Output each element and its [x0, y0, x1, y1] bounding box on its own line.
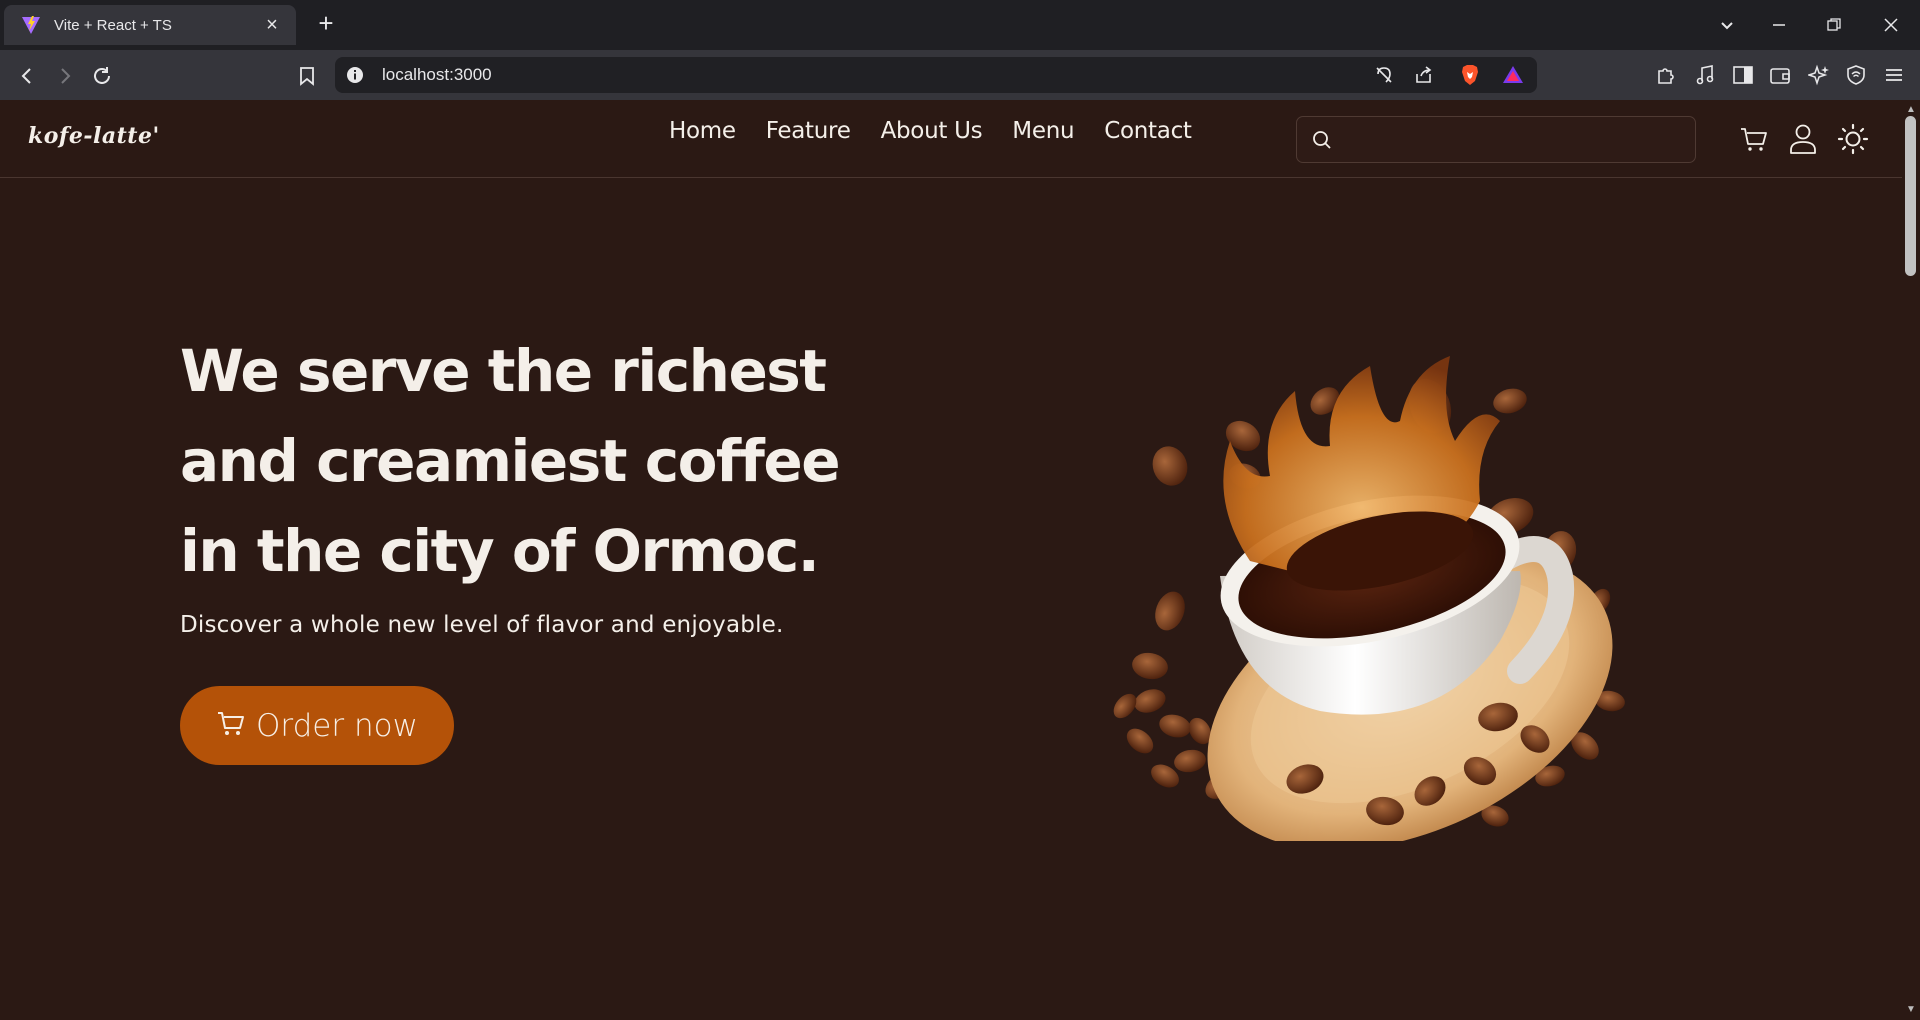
vite-favicon-icon	[20, 14, 42, 36]
browser-tabbar: Vite + React + TS × +	[0, 0, 1920, 50]
nav-contact[interactable]: Contact	[1104, 118, 1192, 144]
forward-icon[interactable]	[51, 62, 79, 90]
share-icon[interactable]	[1411, 62, 1437, 88]
search-input[interactable]	[1343, 123, 1683, 157]
main-nav: Home Feature About Us Menu Contact	[669, 118, 1192, 144]
scroll-up-icon[interactable]: ▲	[1905, 104, 1917, 115]
nav-feature[interactable]: Feature	[766, 118, 851, 144]
site-header: kofe-latte' Home Feature About Us Menu C…	[0, 101, 1902, 178]
site-logo[interactable]: kofe-latte'	[28, 123, 160, 149]
sun-icon[interactable]	[1835, 121, 1871, 157]
scroll-down-icon[interactable]: ▼	[1905, 1004, 1917, 1015]
site-info-icon[interactable]	[345, 65, 365, 85]
coffee-cup-image	[1080, 271, 1660, 850]
bookmark-icon[interactable]	[293, 62, 321, 90]
tab-search-icon[interactable]	[1713, 12, 1741, 38]
hero-subtitle: Discover a whole new level of flavor and…	[180, 612, 784, 638]
leo-ai-icon[interactable]	[1806, 62, 1832, 88]
tracker-off-icon[interactable]	[1371, 62, 1397, 88]
order-now-button[interactable]: Order now	[180, 686, 454, 765]
media-icon[interactable]	[1692, 62, 1718, 88]
close-window-icon[interactable]	[1877, 12, 1905, 38]
cart-icon	[216, 708, 246, 743]
vpn-icon[interactable]	[1843, 62, 1869, 88]
scrollbar-thumb[interactable]	[1905, 116, 1916, 276]
brave-rewards-icon[interactable]	[1500, 62, 1526, 88]
restore-icon[interactable]	[1820, 12, 1848, 38]
hero-title-line: in the city of Ormoc.	[180, 517, 820, 585]
back-icon[interactable]	[13, 62, 41, 90]
extensions-icon[interactable]	[1653, 62, 1679, 88]
page-viewport: kofe-latte' Home Feature About Us Menu C…	[0, 101, 1902, 1020]
user-icon[interactable]	[1785, 121, 1821, 157]
sidebar-icon[interactable]	[1730, 62, 1756, 88]
browser-tab[interactable]: Vite + React + TS ×	[4, 5, 296, 45]
tab-close-icon[interactable]: ×	[260, 14, 284, 37]
nav-home[interactable]: Home	[669, 118, 736, 144]
brave-shield-icon[interactable]	[1457, 62, 1483, 88]
hero-title: We serve the richest and creamiest coffe…	[180, 326, 900, 596]
url-text: localhost:3000	[382, 65, 492, 84]
search-box	[1296, 116, 1696, 163]
hero-title-line: and creamiest coffee	[180, 427, 841, 495]
reload-icon[interactable]	[88, 62, 116, 90]
menu-icon[interactable]	[1881, 62, 1907, 88]
search-icon	[1311, 129, 1333, 151]
tab-title: Vite + React + TS	[54, 16, 172, 34]
order-now-label: Order now	[256, 707, 418, 744]
cart-icon[interactable]	[1736, 121, 1772, 157]
hero-title-line: We serve the richest	[180, 337, 827, 405]
nav-menu[interactable]: Menu	[1012, 118, 1074, 144]
wallet-icon[interactable]	[1767, 62, 1793, 88]
minimize-icon[interactable]	[1765, 12, 1793, 38]
nav-about-us[interactable]: About Us	[881, 118, 983, 144]
address-bar[interactable]	[335, 57, 1537, 93]
new-tab-button[interactable]: +	[312, 10, 340, 38]
